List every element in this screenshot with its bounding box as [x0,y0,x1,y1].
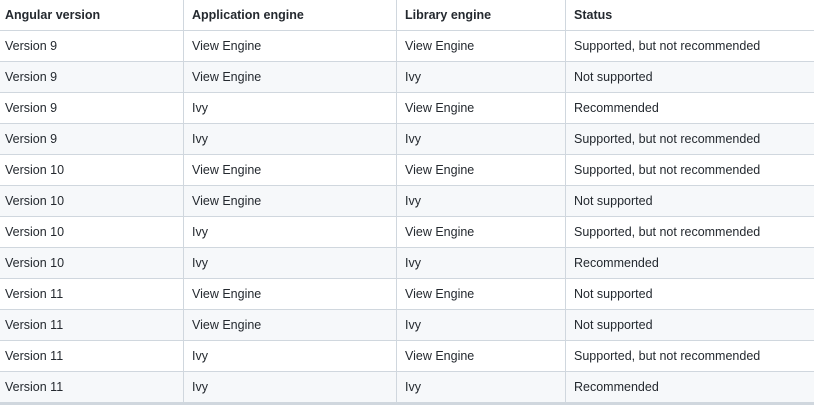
cell-angular-version: Version 9 [0,30,184,62]
cell-status: Supported, but not recommended [565,123,814,155]
cell-status: Recommended [565,92,814,124]
cell-application-engine: Ivy [183,92,397,124]
cell-status: Supported, but not recommended [565,340,814,372]
cell-application-engine: View Engine [183,278,397,310]
cell-angular-version: Version 10 [0,216,184,248]
table-row: Version 9 View Engine Ivy Not supported [0,61,814,93]
cell-library-engine: Ivy [396,309,566,341]
cell-application-engine: Ivy [183,247,397,279]
cell-status: Supported, but not recommended [565,30,814,62]
cell-status: Not supported [565,309,814,341]
table-row: Version 11 View Engine View Engine Not s… [0,278,814,310]
cell-application-engine: Ivy [183,371,397,403]
cell-status: Not supported [565,61,814,93]
header-row: Angular version Application engine Libra… [0,0,814,31]
cell-application-engine: Ivy [183,216,397,248]
cell-angular-version: Version 10 [0,154,184,186]
cell-angular-version: Version 9 [0,123,184,155]
cell-status: Recommended [565,247,814,279]
cell-status: Supported, but not recommended [565,154,814,186]
header-status: Status [565,0,814,31]
table-row: Version 9 Ivy View Engine Recommended [0,92,814,124]
cell-angular-version: Version 11 [0,278,184,310]
cell-angular-version: Version 9 [0,92,184,124]
table-row: Version 10 Ivy Ivy Recommended [0,247,814,279]
cell-library-engine: Ivy [396,185,566,217]
table-row: Version 11 Ivy Ivy Recommended [0,371,814,403]
table-row: Version 10 Ivy View Engine Supported, bu… [0,216,814,248]
cell-status: Recommended [565,371,814,403]
cell-library-engine: View Engine [396,92,566,124]
cell-angular-version: Version 11 [0,309,184,341]
cell-library-engine: Ivy [396,61,566,93]
cell-library-engine: View Engine [396,154,566,186]
cell-angular-version: Version 11 [0,371,184,403]
cell-application-engine: Ivy [183,123,397,155]
compatibility-table: Angular version Application engine Libra… [0,0,814,403]
cell-application-engine: View Engine [183,185,397,217]
table-row: Version 11 View Engine Ivy Not supported [0,309,814,341]
table-header: Angular version Application engine Libra… [0,0,814,31]
cell-application-engine: View Engine [183,61,397,93]
table-row: Version 10 View Engine Ivy Not supported [0,185,814,217]
header-library-engine: Library engine [396,0,566,31]
cell-library-engine: View Engine [396,278,566,310]
cell-library-engine: Ivy [396,247,566,279]
cell-application-engine: View Engine [183,30,397,62]
cell-application-engine: Ivy [183,340,397,372]
table-row: Version 9 Ivy Ivy Supported, but not rec… [0,123,814,155]
cell-angular-version: Version 10 [0,247,184,279]
cell-status: Supported, but not recommended [565,216,814,248]
cell-angular-version: Version 11 [0,340,184,372]
compatibility-table-container: Angular version Application engine Libra… [0,0,814,405]
cell-application-engine: View Engine [183,309,397,341]
cell-library-engine: View Engine [396,340,566,372]
cell-status: Not supported [565,278,814,310]
cell-application-engine: View Engine [183,154,397,186]
table-row: Version 10 View Engine View Engine Suppo… [0,154,814,186]
cell-library-engine: Ivy [396,123,566,155]
header-application-engine: Application engine [183,0,397,31]
table-row: Version 9 View Engine View Engine Suppor… [0,30,814,62]
table-row: Version 11 Ivy View Engine Supported, bu… [0,340,814,372]
cell-angular-version: Version 10 [0,185,184,217]
cell-library-engine: View Engine [396,216,566,248]
cell-library-engine: Ivy [396,371,566,403]
table-body: Version 9 View Engine View Engine Suppor… [0,30,814,403]
cell-angular-version: Version 9 [0,61,184,93]
header-angular-version: Angular version [0,0,184,31]
cell-library-engine: View Engine [396,30,566,62]
cell-status: Not supported [565,185,814,217]
